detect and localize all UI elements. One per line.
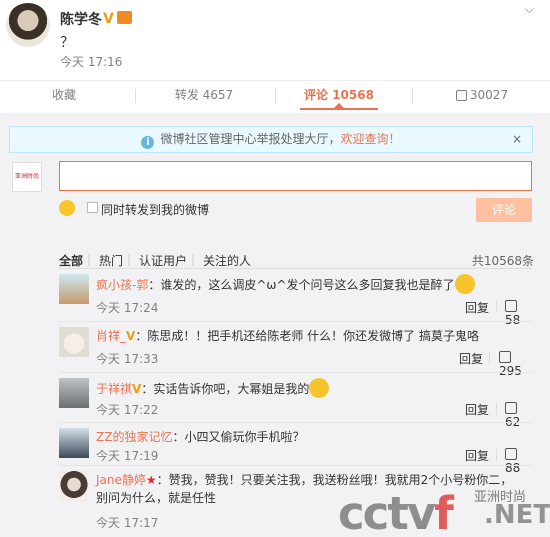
comment-text: ZZ的独家记忆：小四又偷玩你手机啦？ xyxy=(96,428,532,446)
reply-button[interactable]: 回复 xyxy=(465,401,489,418)
author-avatar[interactable] xyxy=(6,3,50,47)
reply-button[interactable]: 回复 xyxy=(459,350,483,367)
thumb-up-icon xyxy=(505,448,517,460)
thumb-up-icon xyxy=(505,300,517,312)
filter-following[interactable]: 关注的人 xyxy=(203,252,251,269)
reply-button[interactable]: 回复 xyxy=(465,299,489,316)
emoji-icon xyxy=(309,378,330,398)
commenter-name[interactable]: ZZ的独家记忆 xyxy=(96,430,172,444)
submit-comment-button[interactable]: 评论 xyxy=(476,198,532,222)
comment-total: 共10568条 xyxy=(471,254,534,268)
commenter-avatar[interactable] xyxy=(59,471,89,501)
post-time[interactable]: 今天 17:16 xyxy=(60,53,122,70)
verified-badge-icon: V xyxy=(103,11,114,27)
close-icon[interactable]: × xyxy=(512,127,522,152)
commenter-avatar[interactable] xyxy=(59,428,89,458)
comment-time: 今天 17:19 xyxy=(96,449,159,463)
commenter-name[interactable]: 于祥祺 xyxy=(96,382,132,396)
star-badge-icon: ★ xyxy=(145,473,157,487)
post-action-bar: 收藏 转发 4657 评论 10568 30027 xyxy=(0,80,550,110)
divider xyxy=(275,89,276,103)
commenter-avatar[interactable] xyxy=(59,378,89,408)
comment-item: 肖祥_V：陈思成！！把手机还给陈老师 什么！你还发微博了 搞莫子鬼咯 今天 17… xyxy=(59,321,532,378)
weibo-post: 陈学冬 V ？ 今天 17:16 ⌵ xyxy=(0,0,550,80)
repost-checkbox[interactable] xyxy=(87,202,98,213)
comment-item: ZZ的独家记忆：小四又偷玩你手机啦？ 今天 17:19 回复 88 xyxy=(59,422,532,475)
comment-content: ：谁发的，这么调皮^ω^发个问号这么多回复我也是醉了 xyxy=(148,278,455,292)
comment-text: 疯小孩-郭：谁发的，这么调皮^ω^发个问号这么多回复我也是醉了 xyxy=(96,274,532,294)
emoji-icon xyxy=(454,274,475,294)
divider xyxy=(496,403,497,415)
comment-time: 今天 17:17 xyxy=(96,516,159,530)
site-watermark-logo: cctvf 亚洲时尚 .NET xyxy=(338,487,550,537)
comment-time: 今天 17:33 xyxy=(96,352,159,366)
watermark-brand: cctvf xyxy=(338,487,454,537)
active-tab-arrow xyxy=(334,103,344,108)
watermark-brand-f: f xyxy=(434,487,454,537)
divider xyxy=(496,449,497,461)
reply-button[interactable]: 回复 xyxy=(465,447,489,464)
verified-badge-icon: V xyxy=(126,329,136,343)
comment-item: 于祥祺V：实话告诉你吧，大幂姐是我的 今天 17:22 回复 62 xyxy=(59,372,532,429)
commenter-avatar[interactable] xyxy=(59,327,89,357)
divider: | xyxy=(191,252,196,266)
filter-hot[interactable]: 热门 xyxy=(99,252,123,269)
vip-crown-icon xyxy=(117,11,132,24)
divider xyxy=(135,89,136,103)
report-notice-banner: i 微博社区管理中心举报处理大厅，欢迎查询！ × xyxy=(9,126,533,153)
like-button[interactable]: 30027 xyxy=(418,81,546,111)
watermark-net: .NET xyxy=(484,500,550,530)
divider: | xyxy=(127,252,132,266)
divider: | xyxy=(87,252,92,266)
like-count: 30027 xyxy=(469,88,509,102)
divider xyxy=(496,301,497,313)
comment-text: 于祥祺V：实话告诉你吧，大幂姐是我的 xyxy=(96,378,532,398)
notice-link[interactable]: 欢迎查询！ xyxy=(341,132,401,146)
comment-content: ：实话告诉你吧，大幂姐是我的 xyxy=(141,382,310,396)
active-tab-indicator xyxy=(300,108,378,110)
repost-button[interactable]: 转发 4657 xyxy=(140,81,268,111)
notice-text: 微博社区管理中心举报处理大厅， xyxy=(160,132,341,146)
comment-item: 疯小孩-郭：谁发的，这么调皮^ω^发个问号这么多回复我也是醉了 今天 17:24… xyxy=(59,269,532,327)
comment-time: 今天 17:24 xyxy=(96,301,159,315)
commenter-name[interactable]: 疯小孩-郭 xyxy=(96,278,148,292)
divider xyxy=(412,89,413,103)
filter-verified[interactable]: 认证用户 xyxy=(139,252,187,269)
emoji-icon[interactable] xyxy=(59,200,75,216)
verified-badge-icon: V xyxy=(132,382,142,396)
comment-content: ：陈思成！！把手机还给陈老师 什么！你还发微博了 搞莫子鬼咯 xyxy=(135,329,479,343)
info-icon: i xyxy=(141,136,155,149)
comment-text: 肖祥_V：陈思成！！把手机还给陈老师 什么！你还发微博了 搞莫子鬼咯 xyxy=(96,327,532,345)
comment-panel: i 微博社区管理中心举报处理大厅，欢迎查询！ × 亚洲时尚 同时转发到我的微博 评… xyxy=(0,113,550,537)
chevron-down-icon[interactable]: ⌵ xyxy=(525,2,534,17)
my-avatar[interactable]: 亚洲时尚 xyxy=(12,162,42,192)
comment-time: 今天 17:22 xyxy=(96,403,159,417)
thumb-up-icon xyxy=(499,351,511,363)
author-name[interactable]: 陈学冬 xyxy=(60,9,102,29)
repost-checkbox-label[interactable]: 同时转发到我的微博 xyxy=(101,201,209,218)
thumb-up-icon xyxy=(455,90,467,101)
thumb-up-icon xyxy=(505,402,517,414)
commenter-name[interactable]: Jane静婷 xyxy=(96,473,146,487)
post-text: ？ xyxy=(60,35,74,51)
favorite-button[interactable]: 收藏 xyxy=(0,81,128,111)
filter-all[interactable]: 全部 xyxy=(59,252,83,269)
commenter-avatar[interactable] xyxy=(59,274,89,304)
divider xyxy=(489,352,490,364)
comment-input[interactable] xyxy=(59,161,532,191)
watermark-brand-text: cctv xyxy=(338,487,436,537)
commenter-name[interactable]: 肖祥_ xyxy=(96,329,126,343)
comment-content: ：小四又偷玩你手机啦？ xyxy=(172,430,305,444)
